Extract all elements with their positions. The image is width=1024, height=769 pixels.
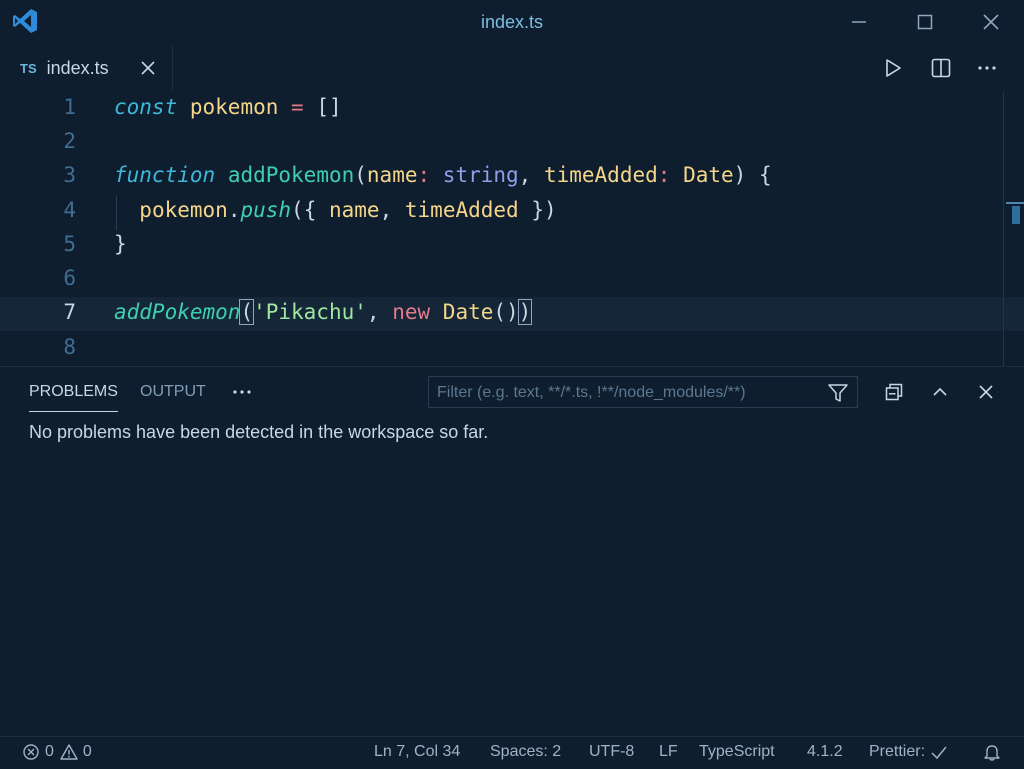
problems-status[interactable]: 0 0	[22, 743, 92, 761]
line-number: 2	[63, 129, 76, 153]
code-line: 6	[0, 263, 1024, 297]
indentation-status[interactable]: Spaces: 2	[490, 743, 561, 761]
run-button[interactable]	[879, 54, 907, 82]
panel-more-button[interactable]	[230, 381, 254, 403]
status-bar: 0 0 Ln 7, Col 34 Spaces: 2 UTF-8 LF Type…	[0, 736, 1024, 769]
more-actions-button[interactable]	[973, 54, 1001, 82]
tab-label: index.ts	[46, 57, 109, 78]
code-line: 2	[0, 126, 1024, 160]
tab-output[interactable]: OUTPUT	[140, 383, 206, 401]
error-icon	[23, 744, 39, 760]
code-text: pokemon.push({ name, timeAdded })	[139, 198, 557, 222]
collapse-all-button[interactable]	[881, 379, 907, 405]
problems-message: No problems have been detected in the wo…	[29, 422, 489, 442]
tab-index-ts[interactable]: TS index.ts	[0, 44, 173, 92]
chevron-up-icon	[933, 387, 947, 396]
bottom-panel: PROBLEMS OUTPUT No problems have been de…	[0, 366, 1024, 737]
prettier-label: Prettier:	[869, 743, 926, 760]
check-icon	[931, 746, 947, 760]
line-number: 3	[63, 163, 76, 187]
split-editor-icon	[931, 58, 951, 78]
code-line: 4 pokemon.push({ name, timeAdded })	[0, 195, 1024, 229]
code-text: }	[114, 232, 127, 256]
problems-filter[interactable]	[428, 376, 858, 409]
line-number: 7	[63, 300, 76, 324]
code-text: addPokemon('Pikachu', new Date())	[114, 299, 533, 325]
run-icon	[886, 59, 901, 77]
code-line: 8	[0, 332, 1024, 366]
filter-input[interactable]	[435, 377, 819, 409]
bell-icon	[984, 745, 1000, 761]
editor-scroll-edge	[1003, 92, 1004, 366]
current-code-line: 7 addPokemon('Pikachu', new Date())	[0, 297, 1024, 331]
close-panel-button[interactable]	[973, 379, 999, 405]
code-line: 1 const pokemon = []	[0, 92, 1024, 126]
close-icon	[979, 385, 993, 399]
cursor-position[interactable]: Ln 7, Col 34	[374, 743, 460, 761]
typescript-version[interactable]: 4.1.2	[807, 743, 843, 761]
eol-status[interactable]: LF	[659, 743, 678, 761]
filter-icon[interactable]	[827, 382, 849, 404]
editor-tab-bar: TS index.ts	[0, 44, 1024, 93]
code-text: function addPokemon(name: string, timeAd…	[114, 163, 772, 187]
close-window-button[interactable]	[977, 8, 1005, 36]
warning-count: 0	[82, 743, 92, 760]
code-editor[interactable]: 1 const pokemon = [] 2 3 function addPok…	[0, 92, 1024, 366]
close-icon	[141, 61, 155, 75]
minimize-icon	[852, 21, 866, 23]
more-actions-icon	[233, 390, 251, 394]
line-number: 4	[63, 198, 76, 222]
line-number: 8	[63, 335, 76, 359]
maximize-panel-button[interactable]	[927, 379, 953, 405]
line-number: 6	[63, 266, 76, 290]
maximize-button[interactable]	[911, 8, 939, 36]
line-number: 1	[63, 95, 76, 119]
warning-icon	[60, 744, 78, 760]
close-icon	[983, 14, 999, 30]
minimize-button[interactable]	[845, 8, 873, 36]
encoding-status[interactable]: UTF-8	[589, 743, 634, 761]
code-line: 3 function addPokemon(name: string, time…	[0, 160, 1024, 194]
close-tab-button[interactable]	[138, 58, 158, 78]
collapse-all-icon	[885, 383, 903, 401]
indent-guide	[116, 196, 117, 230]
notifications-button[interactable]	[983, 743, 1001, 761]
overview-ruler-marker[interactable]	[1006, 202, 1024, 226]
typescript-file-icon: TS	[20, 60, 37, 76]
line-number: 5	[63, 232, 76, 256]
code-text: const pokemon = []	[114, 95, 342, 119]
split-editor-button[interactable]	[927, 54, 955, 82]
title-bar: index.ts	[0, 0, 1024, 44]
prettier-status[interactable]: Prettier:	[869, 743, 948, 761]
language-mode[interactable]: TypeScript	[699, 743, 775, 761]
maximize-icon	[917, 14, 933, 30]
code-line: 5 }	[0, 229, 1024, 263]
error-count: 0	[45, 743, 54, 760]
tab-problems[interactable]: PROBLEMS	[29, 383, 118, 412]
more-actions-icon	[978, 66, 996, 70]
